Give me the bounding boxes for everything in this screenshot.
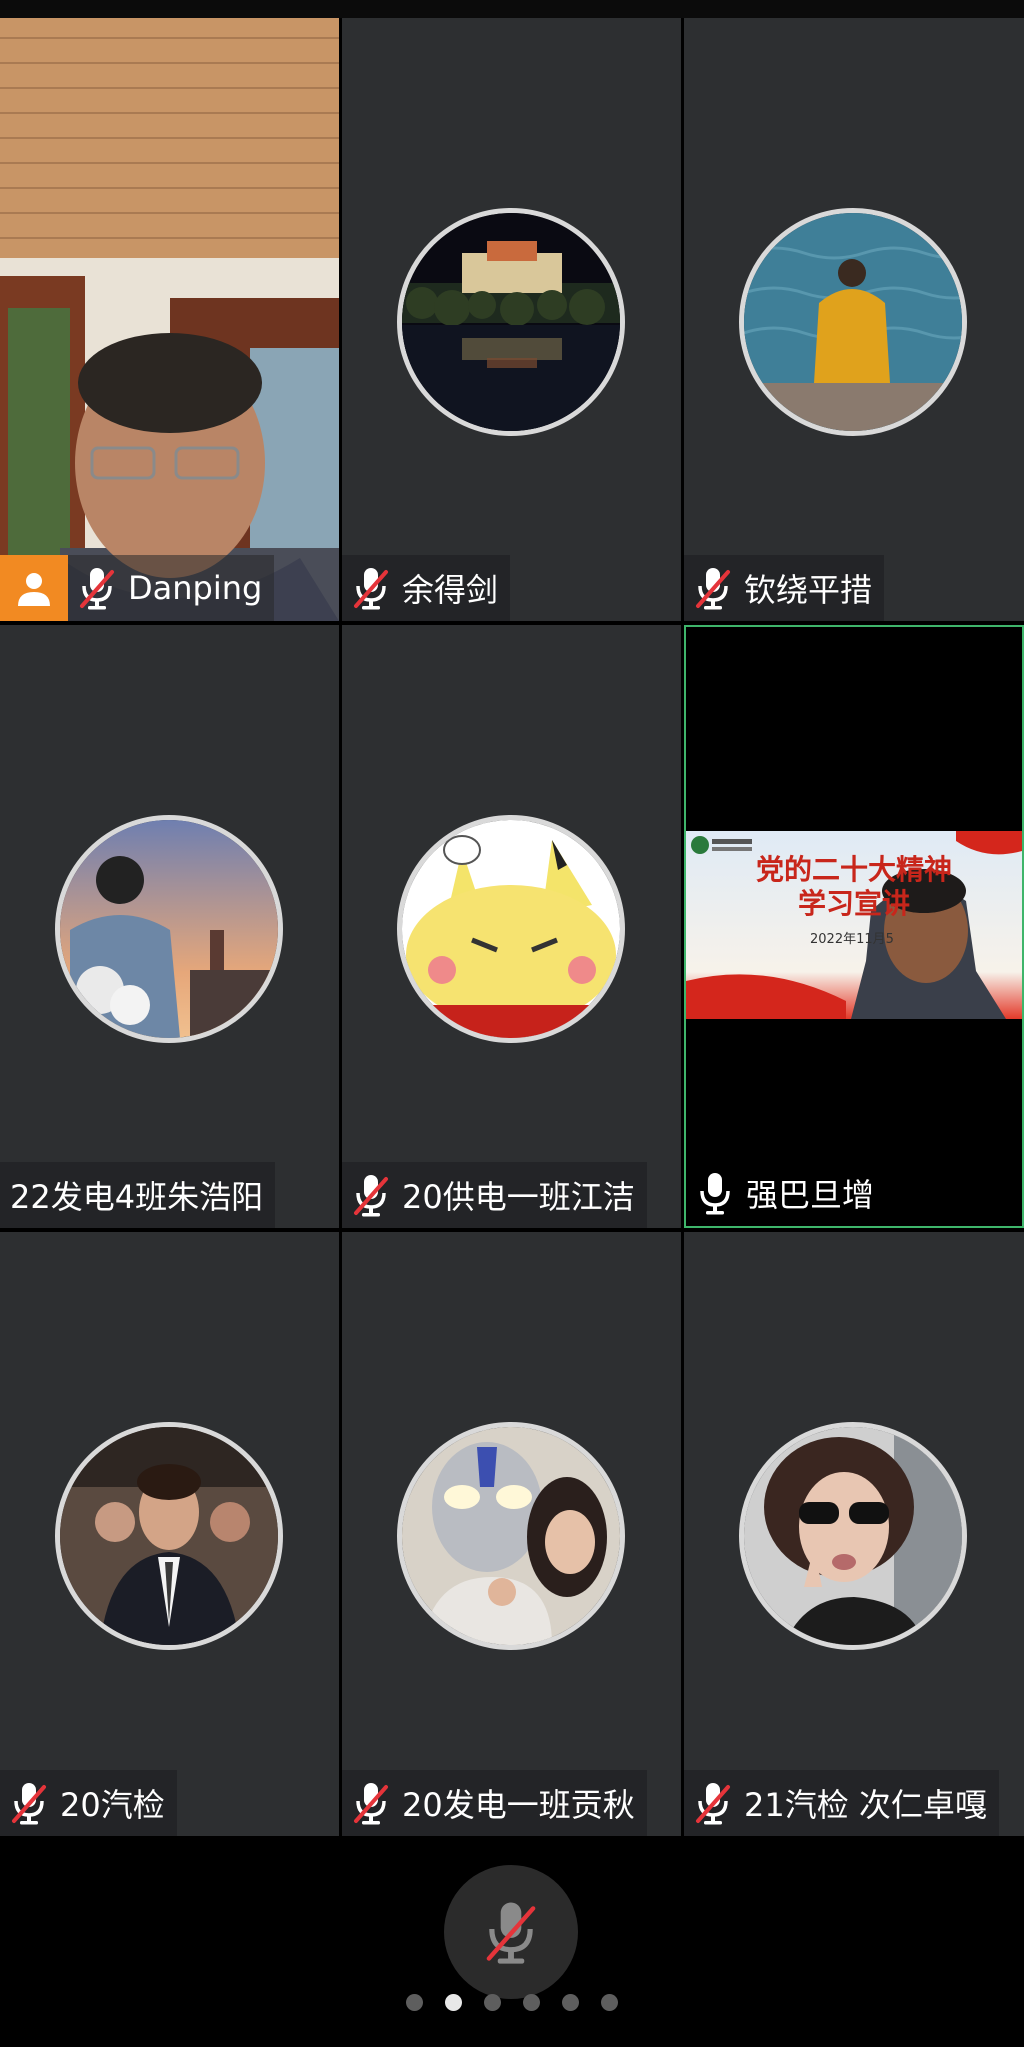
participant-tile[interactable]: 22发电4班朱浩阳 <box>0 625 339 1228</box>
participant-name: 余得剑 <box>402 571 499 609</box>
participant-name: 20发电一班贡秋 <box>402 1786 635 1824</box>
mute-toggle-button[interactable] <box>444 1865 578 1999</box>
page-dot[interactable] <box>406 1994 423 2011</box>
page-dot[interactable] <box>523 1994 540 2011</box>
participant-label: 20汽检 <box>0 1770 177 1836</box>
participant-tile[interactable]: 钦绕平措 <box>684 18 1024 621</box>
mic-muted-icon <box>694 1781 732 1825</box>
page-dot[interactable] <box>601 1994 618 2011</box>
avatar <box>397 1422 625 1650</box>
page-dot[interactable] <box>445 1994 462 2011</box>
mic-icon <box>696 1171 734 1215</box>
shared-video: 党的二十大精神 学习宣讲 2022年11月5 <box>686 831 1022 1019</box>
avatar <box>739 1422 967 1650</box>
participant-name: 20供电一班江洁 <box>402 1178 635 1216</box>
avatar <box>55 1422 283 1650</box>
avatar <box>55 815 283 1043</box>
participant-name: 20汽检 <box>60 1786 165 1824</box>
status-bar <box>0 0 1024 18</box>
avatar <box>397 208 625 436</box>
page-indicator <box>0 1994 1024 2011</box>
person-icon <box>18 573 50 606</box>
participant-label: Danping <box>68 555 275 621</box>
slide-title: 党的二十大精神 学习宣讲 <box>755 853 952 920</box>
avatar <box>739 208 967 436</box>
avatar <box>397 815 625 1043</box>
page-dot[interactable] <box>484 1994 501 2011</box>
participant-tile[interactable]: 20供电一班江洁 <box>342 625 681 1228</box>
mic-muted-icon <box>486 1902 536 1964</box>
participant-name: Danping <box>128 569 263 607</box>
mic-muted-icon <box>694 566 732 610</box>
participant-tile[interactable]: 20汽检 <box>0 1232 339 1836</box>
participant-name: 22发电4班朱浩阳 <box>10 1178 264 1216</box>
participant-name: 钦绕平措 <box>744 571 873 609</box>
participant-label: 20发电一班贡秋 <box>342 1770 647 1836</box>
participant-tile[interactable]: 20发电一班贡秋 <box>342 1232 681 1836</box>
slide-date: 2022年11月5 <box>810 932 894 947</box>
participant-label: 22发电4班朱浩阳 <box>0 1162 276 1228</box>
page-dot[interactable] <box>562 1994 579 2011</box>
mic-muted-icon <box>352 1173 390 1217</box>
participant-label: 余得剑 <box>342 555 511 621</box>
participant-label: 20供电一班江洁 <box>342 1162 647 1228</box>
participant-name: 强巴旦增 <box>746 1176 875 1214</box>
participant-tile-danping[interactable]: Danping <box>0 18 339 621</box>
participant-grid: Danping 余得剑 钦绕平措 22发电4班朱浩阳 20供电一班江洁 党的二十… <box>0 18 1024 1840</box>
video-feed <box>0 18 339 621</box>
mic-muted-icon <box>352 566 390 610</box>
mic-muted-icon <box>352 1781 390 1825</box>
participant-tile[interactable]: 余得剑 <box>342 18 681 621</box>
mic-muted-icon <box>10 1781 48 1825</box>
participant-label: 强巴旦增 <box>686 1160 886 1226</box>
participant-name: 21汽检 次仁卓嘎 <box>744 1786 987 1824</box>
host-badge <box>0 555 68 621</box>
participant-tile[interactable]: 21汽检 次仁卓嘎 <box>684 1232 1024 1836</box>
mic-muted-icon <box>78 566 116 610</box>
participant-label: 钦绕平措 <box>684 555 885 621</box>
participant-tile-active-speaker[interactable]: 党的二十大精神 学习宣讲 2022年11月5 强巴旦增 <box>684 625 1024 1228</box>
participant-label: 21汽检 次仁卓嘎 <box>684 1770 999 1836</box>
